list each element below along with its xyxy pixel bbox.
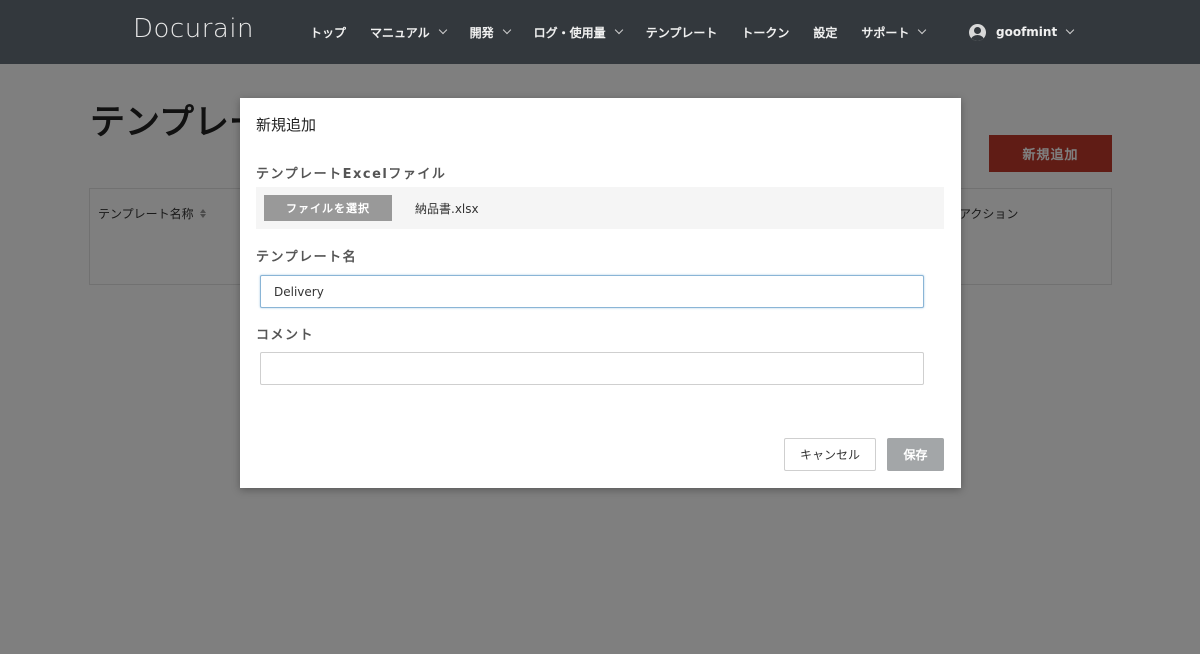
nav-top-label: トップ xyxy=(310,25,347,40)
nav-manual-label: マニュアル xyxy=(370,25,430,40)
file-label: テンプレートExcelファイル xyxy=(256,167,447,182)
nav-template-label: テンプレート xyxy=(645,25,718,40)
main-nav: トップ マニュアル 開発 ログ・使用量 テンプレート トークン 設定 サポート xyxy=(310,0,949,64)
nav-development[interactable]: 開発 xyxy=(469,24,511,41)
dialog-title: 新規追加 xyxy=(256,116,317,134)
nav-top[interactable]: トップ xyxy=(310,24,346,41)
docurain-logo[interactable]: Docurain xyxy=(133,14,254,44)
selected-file-name: 納品書.xlsx xyxy=(415,202,479,216)
chevron-down-icon xyxy=(502,25,511,35)
template-name-label: テンプレート名 xyxy=(256,250,358,265)
nav-logs-usage-label: ログ・使用量 xyxy=(533,25,606,40)
chevron-down-icon xyxy=(614,25,623,35)
nav-template[interactable]: テンプレート xyxy=(646,24,718,41)
nav-logs-usage[interactable]: ログ・使用量 xyxy=(533,24,623,41)
user-circle-icon xyxy=(969,23,986,41)
choose-file-button[interactable]: ファイルを選択 xyxy=(264,195,392,221)
nav-support[interactable]: サポート xyxy=(861,24,927,41)
nav-support-label: サポート xyxy=(861,25,910,40)
user-name: goofmint xyxy=(996,25,1058,39)
nav-settings[interactable]: 設定 xyxy=(813,24,837,41)
nav-development-label: 開発 xyxy=(469,25,494,40)
chevron-down-icon xyxy=(1065,25,1075,35)
save-button[interactable]: 保存 xyxy=(887,438,944,471)
user-menu[interactable]: goofmint xyxy=(969,0,1075,64)
top-navbar: Docurain トップ マニュアル 開発 ログ・使用量 テンプレート トークン… xyxy=(0,0,1200,64)
template-name-input[interactable] xyxy=(260,275,924,308)
file-picker: ファイルを選択 納品書.xlsx xyxy=(256,187,944,229)
nav-manual[interactable]: マニュアル xyxy=(370,24,447,41)
nav-settings-label: 設定 xyxy=(813,25,838,40)
new-template-dialog: 新規追加 テンプレートExcelファイル ファイルを選択 納品書.xlsx テン… xyxy=(240,98,961,488)
comment-label: コメント xyxy=(256,328,315,343)
cancel-button[interactable]: キャンセル xyxy=(784,438,876,471)
nav-token-label: トークン xyxy=(741,25,790,40)
chevron-down-icon xyxy=(918,25,927,35)
chevron-down-icon xyxy=(438,25,447,35)
nav-token[interactable]: トークン xyxy=(741,24,789,41)
comment-input[interactable] xyxy=(260,352,924,385)
